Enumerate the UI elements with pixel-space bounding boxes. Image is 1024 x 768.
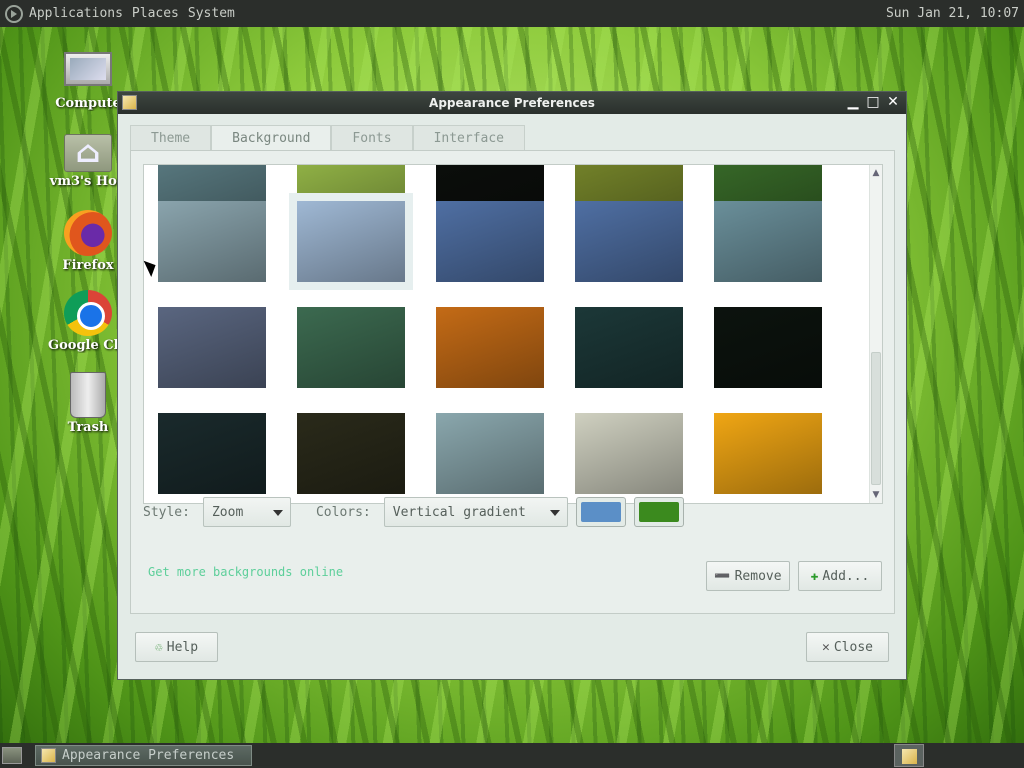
gallery-scrollbar[interactable]: ▲ ▼ — [869, 165, 882, 503]
maximize-icon[interactable]: □ — [864, 93, 882, 111]
trash-icon — [70, 372, 106, 418]
chevron-down-icon — [272, 510, 283, 516]
show-desktop-icon[interactable] — [2, 747, 22, 764]
scrollbar-thumb[interactable] — [871, 352, 881, 485]
close-window-icon[interactable]: ✕ — [884, 93, 902, 111]
style-label: Style: — [143, 504, 190, 520]
style-colors-row: Style: Zoom Colors: Vertical gradient — [143, 497, 684, 527]
firefox-icon — [64, 210, 112, 256]
help-button[interactable]: ♲ Help — [135, 632, 218, 662]
bottom-taskbar: Appearance Preferences — [0, 743, 1024, 768]
wallpaper-thumbnail[interactable] — [714, 413, 822, 494]
menu-places[interactable]: Places — [132, 6, 179, 21]
desktop-home-folder[interactable]: vm3's Hon — [48, 126, 128, 189]
style-value: Zoom — [211, 504, 244, 520]
desktop-trash[interactable]: Trash — [48, 372, 128, 435]
close-label: Close — [833, 639, 873, 655]
appearance-app-icon — [41, 748, 56, 763]
remove-label: Remove — [734, 568, 782, 584]
wallpaper-thumbnail[interactable] — [575, 413, 683, 494]
wallpaper-thumbnail[interactable] — [714, 201, 822, 282]
window-titlebar[interactable]: Appearance Preferences ▁ □ ✕ — [118, 92, 906, 114]
primary-color-swatch — [580, 502, 621, 522]
tab-fonts[interactable]: Fonts — [331, 125, 413, 151]
wallpaper-thumbnail[interactable] — [575, 201, 683, 282]
appearance-preferences-window: Appearance Preferences ▁ □ ✕ Theme Backg… — [117, 91, 907, 680]
wallpaper-thumbnail[interactable] — [575, 307, 683, 388]
clock[interactable]: Sun Jan 21, 10:07 — [886, 6, 1019, 21]
wallpaper-thumbnail[interactable] — [158, 201, 266, 282]
top-panel: Applications Places System Sun Jan 21, 1… — [0, 0, 1024, 27]
appearance-app-icon[interactable] — [122, 95, 137, 110]
wallpaper-thumbnail[interactable] — [158, 307, 266, 388]
remove-icon: ➖ — [714, 568, 731, 584]
tab-bar: Theme Background Fonts Interface — [130, 125, 526, 151]
taskbar-item-label: Appearance Preferences — [62, 748, 235, 763]
tab-interface[interactable]: Interface — [412, 125, 526, 151]
add-button[interactable]: ✚ Add... — [798, 561, 882, 591]
desktop-icon-label: Trash — [67, 420, 109, 435]
remove-button[interactable]: ➖ Remove — [706, 561, 790, 591]
colors-label: Colors: — [315, 504, 371, 520]
close-button[interactable]: ✕ Close — [806, 632, 889, 662]
desktop-chrome[interactable]: Google Chr — [48, 290, 128, 353]
wallpaper-thumbnail[interactable] — [436, 307, 544, 388]
help-label: Help — [166, 639, 199, 655]
desktop-icon-label: vm3's Hon — [49, 174, 127, 189]
scroll-up-icon[interactable]: ▲ — [870, 167, 882, 179]
tab-theme[interactable]: Theme — [130, 125, 212, 151]
menu-applications[interactable]: Applications — [29, 6, 123, 21]
tray-appearance-icon[interactable] — [894, 744, 924, 767]
colors-dropdown[interactable]: Vertical gradient — [383, 497, 568, 527]
close-icon: ✕ — [822, 639, 830, 655]
taskbar-item-appearance-preferences[interactable]: Appearance Preferences — [35, 745, 252, 766]
wallpaper-thumbnail[interactable] — [436, 201, 544, 282]
colors-value: Vertical gradient — [392, 504, 526, 520]
add-icon: ✚ — [810, 568, 819, 584]
system-logo-icon[interactable] — [5, 4, 23, 23]
primary-color-button[interactable] — [575, 497, 626, 527]
scroll-down-icon[interactable]: ▼ — [870, 489, 882, 501]
desktop-icon-label: Compute — [55, 96, 121, 111]
chrome-icon — [64, 290, 112, 336]
secondary-color-swatch — [638, 502, 679, 522]
background-tab-panel: ▲ ▼ Style: Zoom Colors: Vertical gradien… — [130, 150, 895, 614]
chevron-down-icon — [549, 510, 560, 516]
desktop-icon-label: Google Chr — [48, 338, 128, 353]
wallpaper-thumbnail[interactable] — [297, 413, 405, 494]
wallpaper-thumbnail[interactable] — [714, 307, 822, 388]
add-label: Add... — [822, 568, 870, 584]
desktop-computer[interactable]: Compute — [48, 48, 128, 111]
tab-background[interactable]: Background — [211, 125, 332, 151]
secondary-color-button[interactable] — [633, 497, 684, 527]
computer-icon — [64, 52, 112, 86]
wallpaper-thumbnail[interactable] — [297, 307, 405, 388]
window-title: Appearance Preferences — [429, 96, 595, 110]
desktop-icon-label: Firefox — [62, 258, 114, 273]
minimize-icon[interactable]: ▁ — [844, 93, 862, 111]
help-icon: ♲ — [154, 639, 163, 655]
wallpaper-gallery[interactable]: ▲ ▼ — [143, 164, 883, 504]
wallpaper-thumbnail[interactable] — [289, 193, 413, 290]
wallpaper-thumbnail[interactable] — [436, 413, 544, 494]
desktop-firefox[interactable]: Firefox — [48, 210, 128, 273]
get-more-backgrounds-link[interactable]: Get more backgrounds online — [148, 565, 343, 579]
home-folder-icon — [64, 134, 112, 172]
menu-system[interactable]: System — [188, 6, 235, 21]
style-dropdown[interactable]: Zoom — [202, 497, 291, 527]
wallpaper-thumbnail[interactable] — [158, 413, 266, 494]
